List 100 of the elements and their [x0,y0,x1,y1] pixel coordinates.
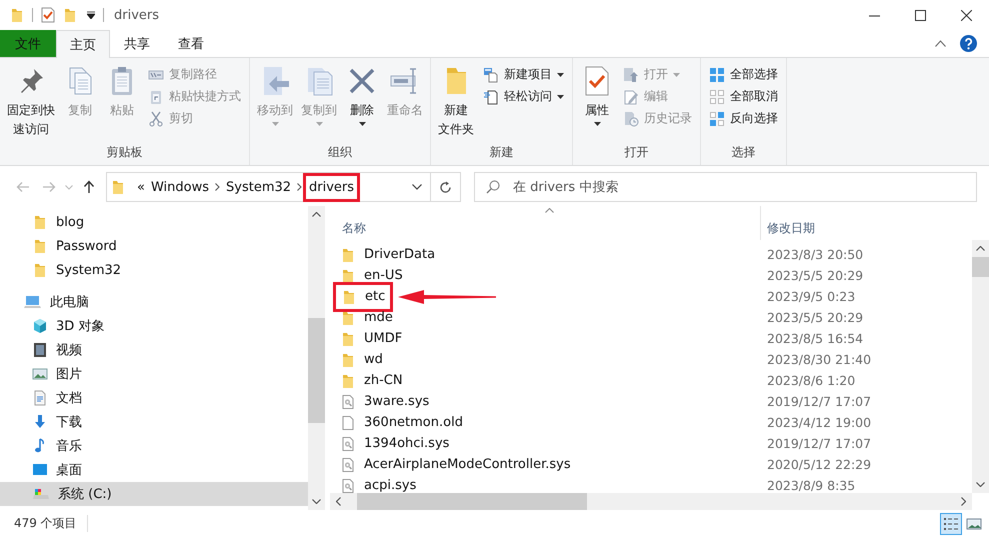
scrollbar-thumb[interactable] [308,318,325,423]
download-arrow-icon [32,414,48,430]
date-modified: 2023/4/12 19:00 [766,415,872,430]
file-name[interactable]: AcerAirplaneModeController.sys [336,454,575,474]
system-file-icon [340,436,356,452]
search-icon [486,180,500,194]
properties-check-icon [41,7,55,23]
document-icon [32,390,48,406]
arrow-up-icon [83,180,95,194]
file-name[interactable]: etc [336,284,390,308]
file-name[interactable]: acpi.sys [336,476,420,493]
folder-icon [340,268,356,284]
folder-icon [340,246,356,262]
ribbon-button[interactable]: 删除 [342,62,382,143]
chevron-down-icon [65,184,73,190]
column-header[interactable]: 名称 [330,206,760,240]
ribbon-button[interactable]: 属性 [577,62,617,143]
item-count: 479 个项目 [14,515,88,532]
breadcrumb[interactable]: System32 [224,178,294,196]
file-name[interactable]: 360netmon.old [336,412,467,432]
nav-item[interactable]: 音乐 [0,434,308,458]
select-all-icon [709,66,725,82]
date-modified: 2023/8/6 1:20 [766,373,856,388]
window-title: drivers [114,8,160,22]
scrollbar[interactable] [308,206,325,510]
chevron-right-icon [961,497,966,506]
nav-item[interactable]: 3D 对象 [0,314,308,338]
file-name[interactable]: mde [336,308,397,328]
arrow-right-icon [42,181,56,193]
picture-icon [32,366,48,382]
folder-icon [63,7,77,23]
folder-icon [111,179,125,195]
ribbon-button[interactable]: 新建项目 [479,64,568,85]
help-button[interactable] [960,35,977,52]
horizontal-scrollbar[interactable] [330,493,972,510]
refresh-icon [439,180,452,194]
overflow-chevrons[interactable]: « [137,180,145,194]
ribbon-button[interactable]: 固定到快 速访问 [4,62,58,143]
chevron-up-icon [935,40,946,47]
breadcrumb[interactable]: Windows [148,178,211,196]
chevron-down-icon [412,184,422,190]
file-name[interactable]: DriverData [336,244,440,264]
search-field[interactable]: 在 drivers 中搜索 [474,172,977,202]
group-label: 选择 [730,144,756,161]
date-modified: 2019/12/7 17:07 [766,436,872,451]
scrollbar-thumb[interactable] [357,493,587,510]
collapse-ribbon-button[interactable] [935,40,946,47]
nav-item[interactable]: 系统 (C:) [0,482,308,506]
date-modified: 2020/5/12 22:29 [766,457,872,472]
nav-item[interactable]: 桌面 [0,458,308,482]
scrollbar-thumb[interactable] [972,257,989,277]
invert-selection-icon [709,110,725,126]
nav-item[interactable]: blog [0,210,308,234]
ribbon-tab[interactable]: 共享 [110,30,164,57]
nav-item[interactable]: 此电脑 [0,290,308,314]
ribbon-button[interactable]: 新建 文件夹 [435,62,477,143]
nav-item[interactable]: 视频 [0,338,308,362]
easy-access-icon [483,88,499,104]
file-name[interactable]: UMDF [336,328,406,348]
shortcut-icon [148,88,164,104]
select-none-icon [709,88,725,104]
chevron-down-icon [976,482,985,487]
folder-icon [341,288,357,304]
ribbon-button[interactable]: 全部取消 [705,86,782,107]
ribbon-button[interactable]: 轻松访问 [479,86,568,107]
nav-item[interactable]: Password [0,234,308,258]
nav-item[interactable]: 下载 [0,410,308,434]
file-name[interactable]: en-US [336,266,407,286]
edit-icon [623,88,639,104]
scrollbar[interactable] [972,240,989,493]
folder-icon [32,238,48,254]
new-item-icon [483,66,499,82]
chevron-right-icon [215,183,220,191]
details-view-button[interactable] [940,512,962,534]
date-modified: 2019/12/7 17:07 [766,394,872,409]
date-modified: 2023/8/30 21:40 [766,352,872,367]
scissors-icon [148,110,164,126]
date-modified: 2023/8/5 16:54 [766,331,864,346]
nav-item[interactable]: 文档 [0,386,308,410]
customize-toolbar-icon [87,11,95,19]
details-view-icon [943,516,959,532]
address-bar[interactable]: « Windows System32 drivers [106,172,461,202]
ribbon-tab[interactable]: 查看 [164,30,218,57]
file-name[interactable]: 1394ohci.sys [336,434,454,454]
ribbon-button[interactable]: 反向选择 [705,108,782,129]
file-name[interactable]: wd [336,350,387,370]
file-name[interactable]: zh-CN [336,370,407,390]
group-label: 剪贴板 [106,144,144,161]
close-icon [960,10,972,20]
file-name[interactable]: 3ware.sys [336,392,434,412]
folder-icon [340,330,356,346]
column-header[interactable]: 修改日期 [760,206,972,240]
folder-icon [32,262,48,278]
ribbon-tab[interactable]: 主页 [56,30,110,58]
chevron-right-icon [297,183,302,191]
file-menu-tab[interactable]: 文件 [0,30,56,57]
nav-item[interactable]: System32 [0,258,308,282]
date-modified: 2023/5/5 20:29 [766,310,864,325]
ribbon-button[interactable]: 全部选择 [705,64,782,85]
nav-item[interactable]: 图片 [0,362,308,386]
